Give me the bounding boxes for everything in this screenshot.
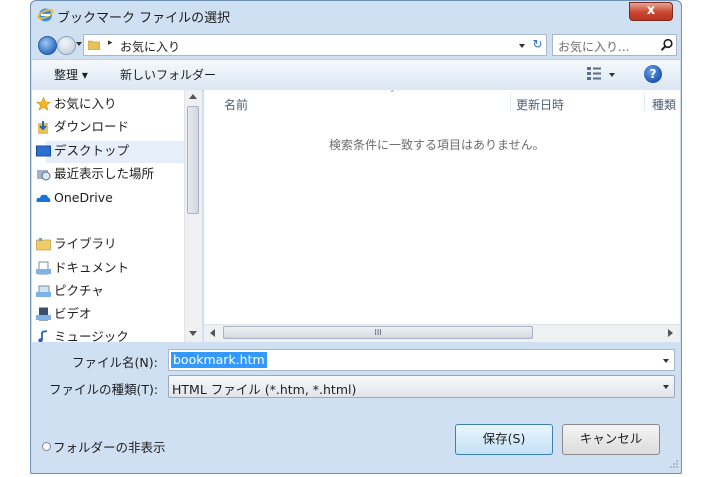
pictures-icon — [36, 285, 51, 297]
filetype-select[interactable]: HTML ファイル (*.htm, *.html) — [168, 375, 675, 398]
chevron-right-icon[interactable]: ▸ — [108, 38, 113, 48]
column-header-type[interactable]: 種類 — [652, 96, 676, 113]
filename-label: ファイル名(N): — [72, 355, 158, 370]
nav-item-label: ピクチャ — [54, 283, 104, 298]
save-dialog-window: ブックマーク ファイルの選択 x ▸ お気に入り ↻ お気に入り... 整理 ▾… — [30, 0, 682, 474]
nav-item-pictures[interactable]: ピクチャ — [36, 281, 104, 301]
search-placeholder: お気に入り... — [558, 40, 630, 54]
folder-star-icon — [88, 40, 100, 50]
nav-item-label: 最近表示した場所 — [54, 166, 155, 181]
search-input[interactable]: お気に入り... — [552, 34, 677, 56]
nav-item-label: ミュージック — [54, 329, 129, 342]
command-toolbar: 整理 ▾ 新しいフォルダー ? — [32, 59, 680, 91]
forward-button[interactable] — [57, 36, 76, 55]
nav-item-videos[interactable]: ビデオ — [36, 304, 92, 324]
nav-item-downloads[interactable]: ダウンロード — [38, 117, 130, 137]
address-path[interactable]: お気に入り — [120, 38, 180, 55]
recent-places-icon — [37, 170, 51, 181]
save-button[interactable]: 保存(S) — [455, 424, 553, 455]
nav-item-recent-places[interactable]: 最近表示した場所 — [37, 164, 155, 184]
nav-item-libraries[interactable]: ライブラリ — [36, 234, 117, 254]
documents-icon — [36, 261, 51, 275]
nav-item-music[interactable]: ミュージック — [38, 327, 129, 342]
onedrive-icon — [36, 194, 51, 202]
nav-item-label: デスクトップ — [54, 143, 130, 158]
videos-icon — [36, 307, 51, 321]
column-divider[interactable] — [644, 93, 645, 111]
nav-item-label: ライブラリ — [54, 236, 117, 251]
organize-button[interactable]: 整理 ▾ — [54, 66, 88, 83]
nav-item-label: ビデオ — [54, 306, 92, 321]
refresh-button[interactable]: ↻ — [529, 34, 547, 56]
cancel-button[interactable]: キャンセル — [562, 424, 660, 455]
scroll-right-arrow-icon[interactable] — [668, 329, 673, 337]
nav-item-label: ダウンロード — [54, 119, 130, 134]
filename-field[interactable]: bookmark.htm — [168, 349, 675, 371]
filetype-value: HTML ファイル (*.htm, *.html) — [172, 382, 357, 397]
nav-item-label: ドキュメント — [54, 260, 130, 275]
column-header-date-modified[interactable]: 更新日時 — [516, 96, 564, 113]
nav-item-favorites[interactable]: お気に入り — [36, 94, 117, 114]
sort-indicator-icon: ⌃ — [389, 89, 396, 98]
window-title: ブックマーク ファイルの選択 — [57, 11, 231, 26]
nav-pane-scroll-thumb[interactable] — [187, 106, 199, 214]
back-button[interactable] — [38, 36, 57, 55]
libraries-icon — [36, 238, 51, 251]
scroll-down-arrow-icon[interactable] — [189, 331, 197, 336]
scroll-up-arrow-icon[interactable] — [189, 94, 197, 99]
view-options-icon[interactable] — [586, 66, 602, 82]
internet-explorer-icon — [37, 8, 54, 22]
nav-item-onedrive[interactable]: OneDrive — [36, 188, 113, 208]
file-list-scroll-thumb[interactable]: III — [223, 326, 533, 339]
star-icon — [36, 97, 51, 111]
nav-item-label: OneDrive — [54, 190, 113, 205]
desktop-icon — [36, 145, 51, 157]
recent-pages-dropdown[interactable] — [76, 42, 82, 46]
downloads-icon — [38, 121, 48, 134]
view-options-dropdown[interactable] — [609, 73, 615, 77]
new-folder-button[interactable]: 新しいフォルダー — [120, 66, 216, 83]
chevron-down-icon[interactable] — [663, 359, 669, 363]
close-button[interactable]: x — [629, 2, 673, 21]
hide-folders-button[interactable]: フォルダーの非表示 — [53, 437, 166, 456]
file-list-pane[interactable]: ⌃ 名前 更新日時 種類 検索条件に一致する項目はありません。 — [204, 89, 680, 342]
filename-value[interactable]: bookmark.htm — [171, 352, 267, 368]
resize-grip-icon[interactable] — [669, 459, 679, 469]
search-icon[interactable] — [660, 38, 674, 52]
filetype-label: ファイルの種類(T): — [49, 382, 159, 397]
column-divider[interactable] — [510, 93, 511, 111]
navigation-pane[interactable]: お気に入り ダウンロード デスクトップ 最近表示した場所 OneDrive ライ… — [32, 90, 202, 342]
empty-results-message: 検索条件に一致する項目はありません。 — [329, 138, 545, 152]
nav-item-desktop[interactable]: デスクトップ — [36, 141, 130, 161]
nav-item-documents[interactable]: ドキュメント — [36, 258, 130, 278]
chevron-down-icon[interactable] — [663, 385, 669, 389]
scroll-left-arrow-icon[interactable] — [210, 329, 215, 337]
address-dropdown-button[interactable] — [515, 34, 529, 56]
address-bar[interactable]: ▸ お気に入り — [83, 34, 521, 56]
title-bar[interactable]: ブックマーク ファイルの選択 x — [31, 1, 681, 29]
music-icon — [38, 330, 48, 342]
chevron-down-icon — [519, 44, 525, 48]
help-icon[interactable]: ? — [644, 65, 662, 83]
nav-item-label: お気に入り — [54, 96, 117, 111]
collapse-icon[interactable] — [42, 442, 51, 451]
column-header-name[interactable]: 名前 — [224, 96, 248, 113]
